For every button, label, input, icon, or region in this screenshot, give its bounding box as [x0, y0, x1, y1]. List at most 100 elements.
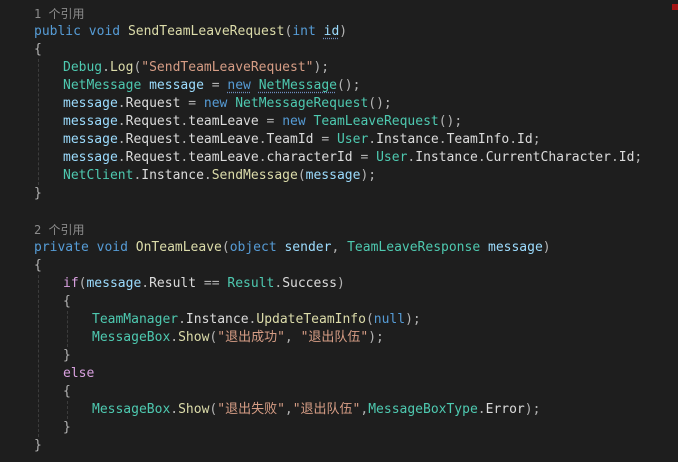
- code-token: void: [96, 240, 128, 255]
- code-token: User: [336, 132, 369, 147]
- code-line: else: [63, 365, 678, 383]
- codelens-reference-count[interactable]: 2 个引用: [34, 221, 678, 239]
- code-line: message.Request.teamLeave.TeamId = User.…: [63, 131, 678, 149]
- code-token: null: [373, 312, 406, 327]
- code-token: UpdateTeamInfo: [256, 312, 366, 327]
- code-line: MessageBox.Show("退出成功", "退出队伍");: [92, 329, 678, 347]
- code-token: int: [292, 24, 316, 39]
- code-token: else: [63, 366, 95, 381]
- code-editor[interactable]: 1 个引用 public void SendTeamLeaveRequest(in…: [0, 0, 678, 462]
- code-token: "SendTeamLeaveRequest": [141, 60, 314, 75]
- code-token: if: [63, 276, 79, 291]
- code-line: }: [34, 437, 678, 455]
- code-token: Request: [125, 132, 181, 147]
- code-token: {: [34, 258, 42, 273]
- code-token: Show: [178, 330, 210, 345]
- code-token: ();: [336, 78, 361, 93]
- code-token: .: [477, 402, 486, 417]
- code-token: .: [274, 276, 283, 291]
- indent-guide: [38, 59, 39, 185]
- code-token: }: [63, 348, 71, 363]
- code-token: .: [610, 150, 619, 165]
- code-token: }: [34, 186, 42, 201]
- code-token: "退出失败": [217, 402, 285, 417]
- code-line: MessageBox.Show("退出失败","退出队伍",MessageBox…: [92, 401, 678, 419]
- code-token: Id: [517, 132, 533, 147]
- code-token: message: [63, 114, 118, 129]
- code-token: }: [63, 420, 71, 435]
- code-token: ): [339, 24, 348, 39]
- code-token: Debug: [63, 60, 103, 75]
- code-token: message: [63, 132, 118, 147]
- code-token: {: [63, 384, 71, 399]
- code-token: ();: [368, 96, 392, 111]
- code-token: .: [117, 132, 126, 147]
- code-token: .: [117, 150, 126, 165]
- code-token: TeamLeaveResponse: [347, 240, 481, 255]
- code-line: message.Request.teamLeave = new TeamLeav…: [63, 113, 678, 131]
- code-token: }: [34, 438, 42, 453]
- code-token: characterId: [266, 150, 353, 165]
- code-line: if(message.Result == Result.Success): [63, 275, 678, 293]
- indent-guide: [67, 401, 68, 419]
- code-token: =: [352, 150, 377, 165]
- code-token: sender: [284, 240, 332, 255]
- vertical-scrollbar[interactable]: [672, 0, 678, 462]
- code-token: Show: [178, 402, 210, 417]
- code-token: =: [180, 96, 204, 111]
- code-token: .: [170, 330, 179, 345]
- code-token: Request: [125, 150, 181, 165]
- code-token: message: [63, 96, 118, 111]
- code-token: .: [117, 114, 126, 129]
- code-token: .: [117, 96, 126, 111]
- indent-guide: [38, 275, 39, 437]
- code-token: .: [178, 312, 186, 327]
- code-line: NetMessage message = new NetMessage();: [63, 77, 678, 95]
- code-line: Debug.Log("SendTeamLeaveRequest");: [63, 59, 678, 77]
- code-token: CurrentCharacter: [485, 150, 611, 165]
- code-token: =: [203, 78, 228, 93]
- code-token: OnTeamLeave: [135, 240, 222, 255]
- code-token: User: [376, 150, 408, 165]
- code-token: Result: [149, 276, 197, 291]
- code-token: Instance: [415, 150, 478, 165]
- code-token: id: [323, 24, 340, 39]
- code-token: ,: [284, 402, 293, 417]
- code-token: =: [313, 132, 337, 147]
- codelens-reference-count[interactable]: 1 个引用: [34, 5, 678, 23]
- code-token: NetClient: [63, 168, 134, 183]
- code-token: ;: [532, 132, 541, 147]
- code-token: ): [336, 276, 345, 291]
- code-token: MessageBox: [92, 402, 171, 417]
- code-token: (: [221, 240, 230, 255]
- code-token: "退出成功": [217, 330, 285, 345]
- code-line: private void OnTeamLeave(object sender, …: [34, 239, 678, 257]
- code-token: message: [488, 240, 543, 255]
- code-token: ;: [634, 150, 643, 165]
- code-token: TeamLeaveRequest: [313, 114, 439, 129]
- code-token: (: [365, 312, 374, 327]
- code-token: TeamId: [266, 132, 314, 147]
- code-token: );: [524, 402, 541, 417]
- code-token: "退出队伍": [292, 402, 361, 417]
- code-token: message: [305, 168, 361, 183]
- code-token: NetMessage: [258, 78, 337, 93]
- code-token: 1 个引用: [34, 7, 85, 21]
- code-token: =: [258, 114, 283, 129]
- code-line: message.Request.teamLeave.characterId = …: [63, 149, 678, 167]
- code-token: new: [282, 114, 306, 129]
- code-token: void: [88, 24, 121, 39]
- code-token: .: [258, 150, 267, 165]
- code-token: SendTeamLeaveRequest: [127, 24, 285, 39]
- code-token: );: [368, 330, 384, 345]
- code-token: new: [227, 78, 251, 93]
- code-token: Request: [125, 96, 181, 111]
- code-token: ();: [438, 114, 463, 129]
